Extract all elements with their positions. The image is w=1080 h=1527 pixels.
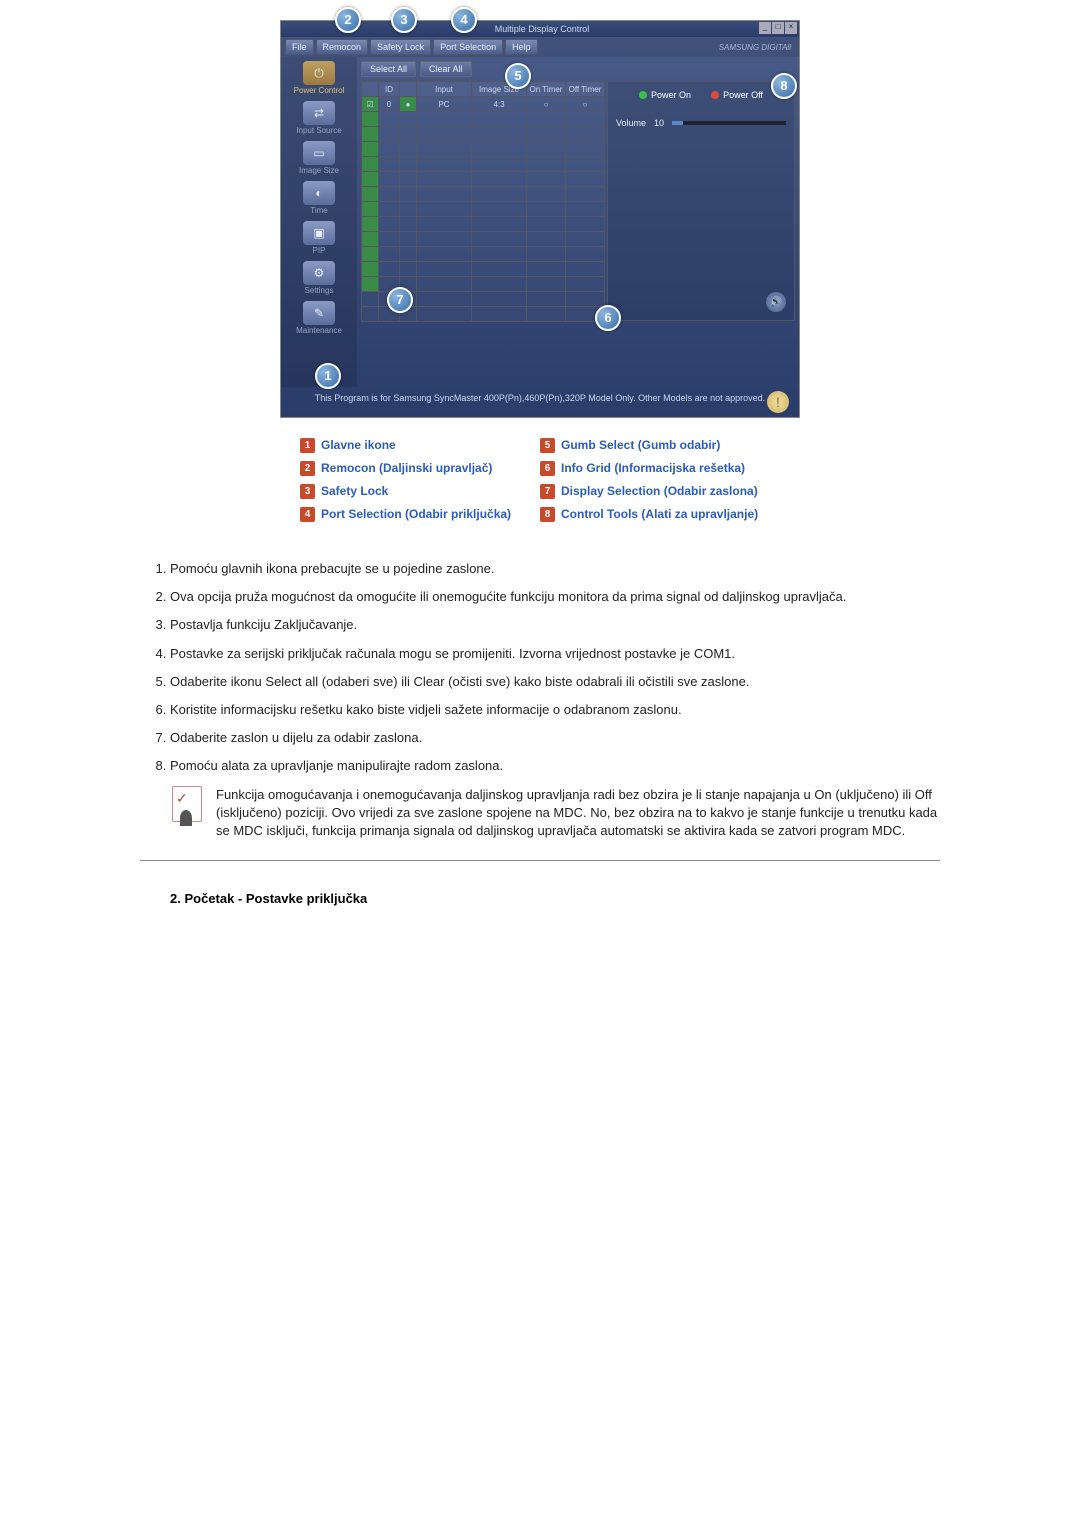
volume-control: Volume 10 bbox=[616, 118, 786, 128]
pip-icon: ▣ bbox=[303, 221, 335, 245]
legend-badge-5: 5 bbox=[540, 438, 555, 453]
table-row[interactable] bbox=[362, 157, 605, 172]
callout-7: 7 bbox=[387, 287, 413, 313]
list-item: Koristite informacijsku rešetku kako bis… bbox=[170, 701, 940, 719]
callout-2: 2 bbox=[335, 7, 361, 33]
volume-label: Volume bbox=[616, 118, 646, 128]
legend-badge-7: 7 bbox=[540, 484, 555, 499]
app-title: Multiple Display Control bbox=[495, 24, 590, 34]
sidebar-item-time[interactable]: ◐ Time bbox=[283, 181, 355, 215]
warning-icon: ! bbox=[767, 391, 789, 413]
legend-1: Glavne ikone bbox=[321, 438, 396, 453]
maximize-button[interactable]: □ bbox=[772, 22, 784, 34]
legend-badge-6: 6 bbox=[540, 461, 555, 476]
table-row[interactable] bbox=[362, 142, 605, 157]
callout-6: 6 bbox=[595, 305, 621, 331]
minimize-button[interactable]: _ bbox=[759, 22, 771, 34]
sidebar-item-input-source[interactable]: ⇄ Input Source bbox=[283, 101, 355, 135]
info-grid: ID Input Image Size On Timer Off Timer ☑… bbox=[361, 81, 605, 322]
table-row[interactable] bbox=[362, 217, 605, 232]
table-row[interactable] bbox=[362, 187, 605, 202]
sidebar-item-power-control[interactable]: ⏻ Power Control bbox=[283, 61, 355, 95]
menu-file[interactable]: File bbox=[285, 39, 314, 55]
legend-3: Safety Lock bbox=[321, 484, 388, 499]
close-button[interactable]: × bbox=[785, 22, 797, 34]
callout-1: 1 bbox=[315, 363, 341, 389]
menu-safety-lock[interactable]: Safety Lock bbox=[370, 39, 431, 55]
note-block: ✓ Funkcija omogućavanja i onemogućavanja… bbox=[170, 786, 940, 841]
note-icon: ✓ bbox=[170, 786, 204, 826]
table-row[interactable] bbox=[362, 172, 605, 187]
table-row[interactable] bbox=[362, 112, 605, 127]
maintenance-icon: ✎ bbox=[303, 301, 335, 325]
table-row[interactable] bbox=[362, 232, 605, 247]
footer-message: This Program is for Samsung SyncMaster 4… bbox=[281, 387, 799, 417]
power-off-icon bbox=[711, 91, 719, 99]
sidebar-item-settings[interactable]: ⚙ Settings bbox=[283, 261, 355, 295]
list-item: Postavke za serijski priključak računala… bbox=[170, 645, 940, 663]
legend-badge-4: 4 bbox=[300, 507, 315, 522]
list-item: Postavlja funkciju Zaključavanje. bbox=[170, 616, 940, 634]
table-row[interactable] bbox=[362, 202, 605, 217]
sidebar-item-image-size[interactable]: ▭ Image Size bbox=[283, 141, 355, 175]
power-off-button[interactable]: Power Off bbox=[711, 90, 763, 100]
power-icon: ⏻ bbox=[303, 61, 335, 85]
select-all-button[interactable]: Select All bbox=[361, 61, 416, 77]
table-row[interactable] bbox=[362, 262, 605, 277]
legend-5: Gumb Select (Gumb odabir) bbox=[561, 438, 720, 453]
input-icon: ⇄ bbox=[303, 101, 335, 125]
legend-badge-1: 1 bbox=[300, 438, 315, 453]
legend-badge-2: 2 bbox=[300, 461, 315, 476]
menu-help[interactable]: Help bbox=[505, 39, 538, 55]
list-item: Pomoću glavnih ikona prebacujte se u poj… bbox=[170, 560, 940, 578]
time-icon: ◐ bbox=[303, 181, 335, 205]
clear-all-button[interactable]: Clear All bbox=[420, 61, 472, 77]
speaker-icon[interactable]: 🔊 bbox=[766, 292, 786, 312]
power-on-button[interactable]: Power On bbox=[639, 90, 691, 100]
menu-remocon[interactable]: Remocon bbox=[316, 39, 369, 55]
sidebar-item-pip[interactable]: ▣ PIP bbox=[283, 221, 355, 255]
callout-8: 8 bbox=[771, 73, 797, 99]
table-row[interactable]: ☑ 0 ● PC 4:3 bbox=[362, 97, 605, 112]
divider bbox=[140, 860, 940, 861]
legend-badge-8: 8 bbox=[540, 507, 555, 522]
description-list: Pomoću glavnih ikona prebacujte se u poj… bbox=[140, 560, 940, 906]
list-item: Ova opcija pruža mogućnost da omogućite … bbox=[170, 588, 940, 606]
imagesize-icon: ▭ bbox=[303, 141, 335, 165]
sidebar-item-maintenance[interactable]: ✎ Maintenance bbox=[283, 301, 355, 335]
legend-table: 1 Glavne ikone 5 Gumb Select (Gumb odabir)… bbox=[300, 438, 780, 530]
control-tools-panel: Power On Power Off Volume 10 🔊 bbox=[607, 81, 795, 321]
sidebar: ⏻ Power Control ⇄ Input Source ▭ Image S… bbox=[281, 57, 357, 387]
legend-4: Port Selection (Odabir priključka) bbox=[321, 507, 511, 522]
power-on-icon bbox=[639, 91, 647, 99]
menu-port-selection[interactable]: Port Selection bbox=[433, 39, 503, 55]
list-item: Odaberite ikonu Select all (odaberi sve)… bbox=[170, 673, 940, 691]
legend-badge-3: 3 bbox=[300, 484, 315, 499]
window-controls: _ □ × bbox=[759, 22, 797, 34]
app-screenshot: 1 2 3 4 5 6 7 8 Multiple Display Control… bbox=[280, 20, 800, 418]
legend-7: Display Selection (Odabir zaslona) bbox=[561, 484, 758, 499]
note-text: Funkcija omogućavanja i onemogućavanja d… bbox=[216, 786, 940, 841]
callout-4: 4 bbox=[451, 7, 477, 33]
settings-icon: ⚙ bbox=[303, 261, 335, 285]
table-row[interactable] bbox=[362, 127, 605, 142]
list-item: Pomoću alata za upravljanje manipulirajt… bbox=[170, 757, 940, 775]
legend-6: Info Grid (Informacijska rešetka) bbox=[561, 461, 745, 476]
callout-5: 5 bbox=[505, 63, 531, 89]
volume-value: 10 bbox=[654, 118, 664, 128]
table-row[interactable] bbox=[362, 247, 605, 262]
callout-3: 3 bbox=[391, 7, 417, 33]
volume-slider[interactable] bbox=[672, 121, 786, 125]
section-heading: 2. Početak - Postavke priključka bbox=[170, 891, 940, 906]
legend-2: Remocon (Daljinski upravljač) bbox=[321, 461, 492, 476]
legend-8: Control Tools (Alati za upravljanje) bbox=[561, 507, 758, 522]
list-item: Odaberite zaslon u dijelu za odabir zasl… bbox=[170, 729, 940, 747]
brand-label: SAMSUNG DIGITAll bbox=[719, 43, 791, 52]
